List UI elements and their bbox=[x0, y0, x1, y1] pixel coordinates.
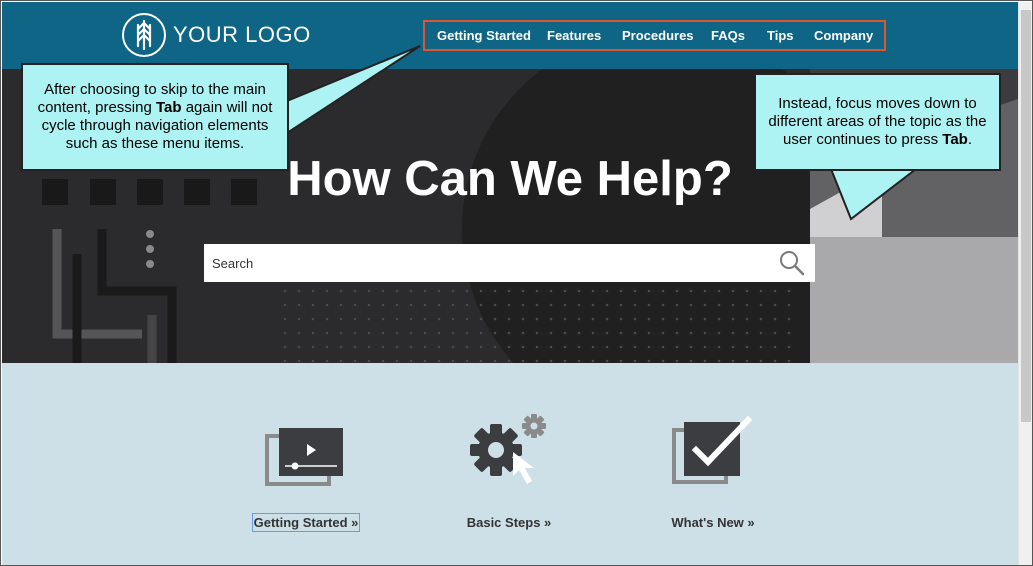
nav-focus-highlight: Getting Started Features Procedures FAQs… bbox=[423, 20, 886, 51]
scrollbar-thumb[interactable] bbox=[1021, 10, 1031, 422]
callout-right-text: Instead, focus moves down to different a… bbox=[762, 95, 993, 149]
logo[interactable]: YOUR LOGO bbox=[122, 13, 311, 57]
nav-item-getting-started[interactable]: Getting Started bbox=[437, 28, 531, 43]
search-bar bbox=[204, 244, 815, 282]
page-scrollbar[interactable] bbox=[1018, 2, 1032, 565]
basic-steps-link[interactable]: Basic Steps » bbox=[466, 514, 553, 531]
logo-text: YOUR LOGO bbox=[173, 22, 311, 47]
callout-left-key: Tab bbox=[155, 99, 182, 116]
callout-left-text: After choosing to skip to the main conte… bbox=[29, 81, 281, 153]
nav-item-features[interactable]: Features bbox=[547, 28, 601, 43]
getting-started-link[interactable]: Getting Started » bbox=[251, 513, 361, 532]
video-play-icon bbox=[231, 403, 381, 488]
topic-tiles-section: Getting Started » Basic Steps » What's N… bbox=[2, 363, 1018, 565]
nav-item-company[interactable]: Company bbox=[814, 28, 873, 43]
callout-right-key: Tab bbox=[942, 131, 968, 148]
callout-skip-nav-note: After choosing to skip to the main conte… bbox=[21, 63, 289, 171]
tile-whats-new: What's New » bbox=[638, 403, 788, 532]
tile-getting-started: Getting Started » bbox=[231, 403, 381, 532]
callout-focus-note: Instead, focus moves down to different a… bbox=[754, 73, 1001, 171]
site-header: YOUR LOGO Getting Started Features Proce… bbox=[2, 2, 1018, 69]
checkbox-check-icon bbox=[638, 403, 788, 488]
nav-item-tips[interactable]: Tips bbox=[767, 28, 794, 43]
tile-basic-steps: Basic Steps » bbox=[434, 403, 584, 532]
gear-cursor-icon bbox=[434, 403, 584, 488]
search-icon[interactable] bbox=[779, 250, 805, 281]
whats-new-link[interactable]: What's New » bbox=[670, 514, 755, 531]
tree-icon bbox=[122, 13, 166, 57]
search-input[interactable] bbox=[204, 244, 774, 282]
nav-item-procedures[interactable]: Procedures bbox=[622, 28, 694, 43]
nav-item-faqs[interactable]: FAQs bbox=[711, 28, 745, 43]
callout-right-after: . bbox=[967, 131, 972, 148]
browser-frame: YOUR LOGO Getting Started Features Proce… bbox=[0, 0, 1033, 566]
